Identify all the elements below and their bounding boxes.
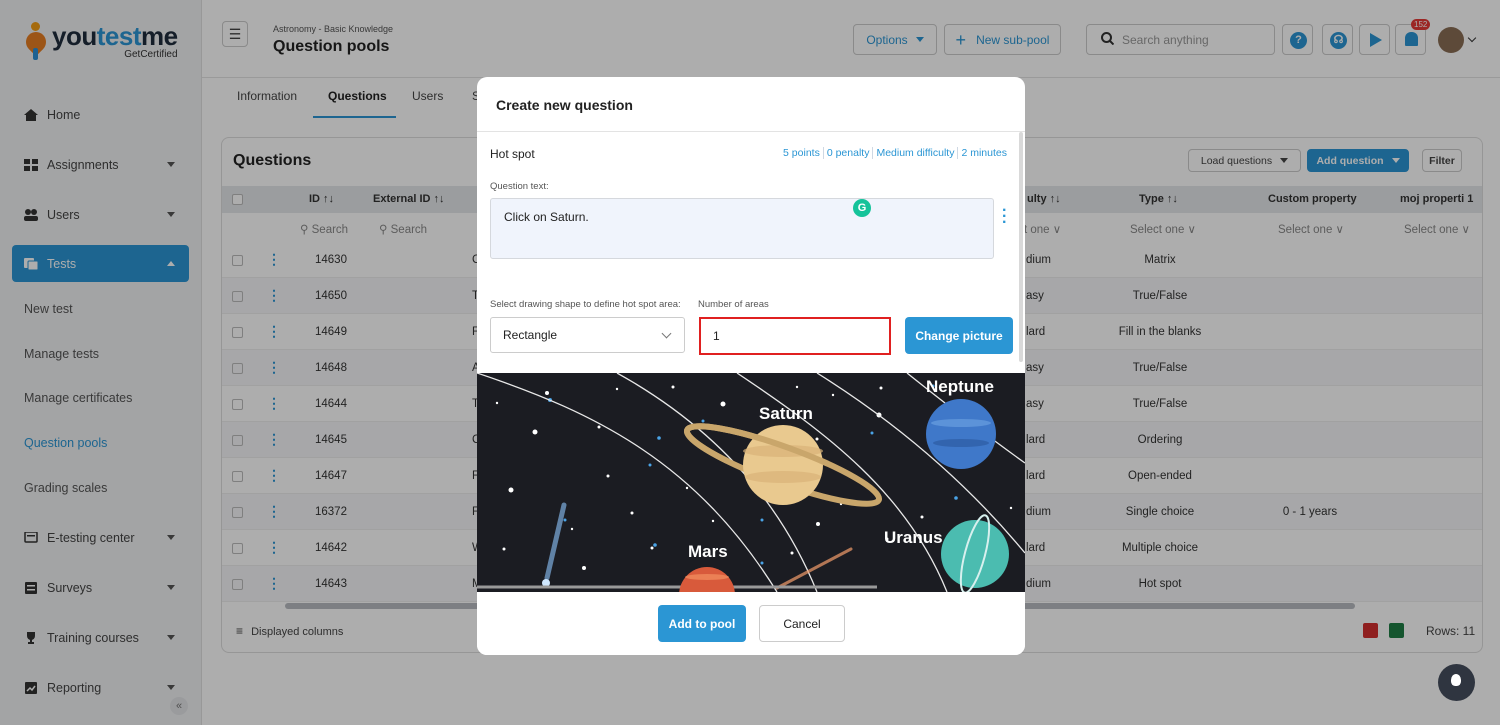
- difficulty-link[interactable]: Medium difficulty: [873, 147, 959, 159]
- chevron-down-icon: [661, 328, 672, 339]
- question-text-editor[interactable]: Click on Saturn.: [490, 198, 994, 259]
- points-link[interactable]: 5 points: [780, 147, 824, 159]
- change-picture-button[interactable]: Change picture: [905, 317, 1013, 354]
- question-meta: 5 points 0 penalty Medium difficulty 2 m…: [780, 147, 1010, 159]
- modal-title: Create new question: [496, 97, 633, 113]
- add-to-pool-button[interactable]: Add to pool: [658, 605, 746, 642]
- number-of-areas-input[interactable]: 1: [699, 317, 891, 355]
- modal-footer: Add to pool Cancel: [477, 592, 1025, 655]
- time-link[interactable]: 2 minutes: [958, 147, 1010, 159]
- help-lightbulb-button[interactable]: [1438, 664, 1475, 701]
- cancel-button[interactable]: Cancel: [759, 605, 845, 642]
- shape-label: Select drawing shape to define hot spot …: [490, 299, 681, 310]
- modal-scrollbar[interactable]: [1019, 132, 1023, 362]
- hot-spot-image[interactable]: Neptune Saturn Uranus Mars: [477, 373, 1025, 592]
- divider: [477, 131, 1025, 132]
- shape-select-value: Rectangle: [503, 328, 558, 342]
- planet-label-saturn: Saturn: [759, 404, 813, 423]
- planet-label-uranus: Uranus: [884, 528, 943, 547]
- solar-system-illustration: Neptune Saturn Uranus Mars: [477, 373, 1025, 592]
- shape-select[interactable]: Rectangle: [490, 317, 685, 353]
- penalty-link[interactable]: 0 penalty: [824, 147, 874, 159]
- more-options-icon[interactable]: · · ·: [1002, 203, 1007, 231]
- create-question-modal: Create new question Hot spot 5 points 0 …: [477, 77, 1025, 655]
- grammarly-icon[interactable]: G: [853, 199, 871, 217]
- planet-label-neptune: Neptune: [926, 377, 994, 396]
- areas-label: Number of areas: [698, 299, 769, 310]
- question-type: Hot spot: [490, 147, 535, 161]
- question-text-label: Question text:: [490, 181, 549, 192]
- planet-label-mars: Mars: [688, 542, 728, 561]
